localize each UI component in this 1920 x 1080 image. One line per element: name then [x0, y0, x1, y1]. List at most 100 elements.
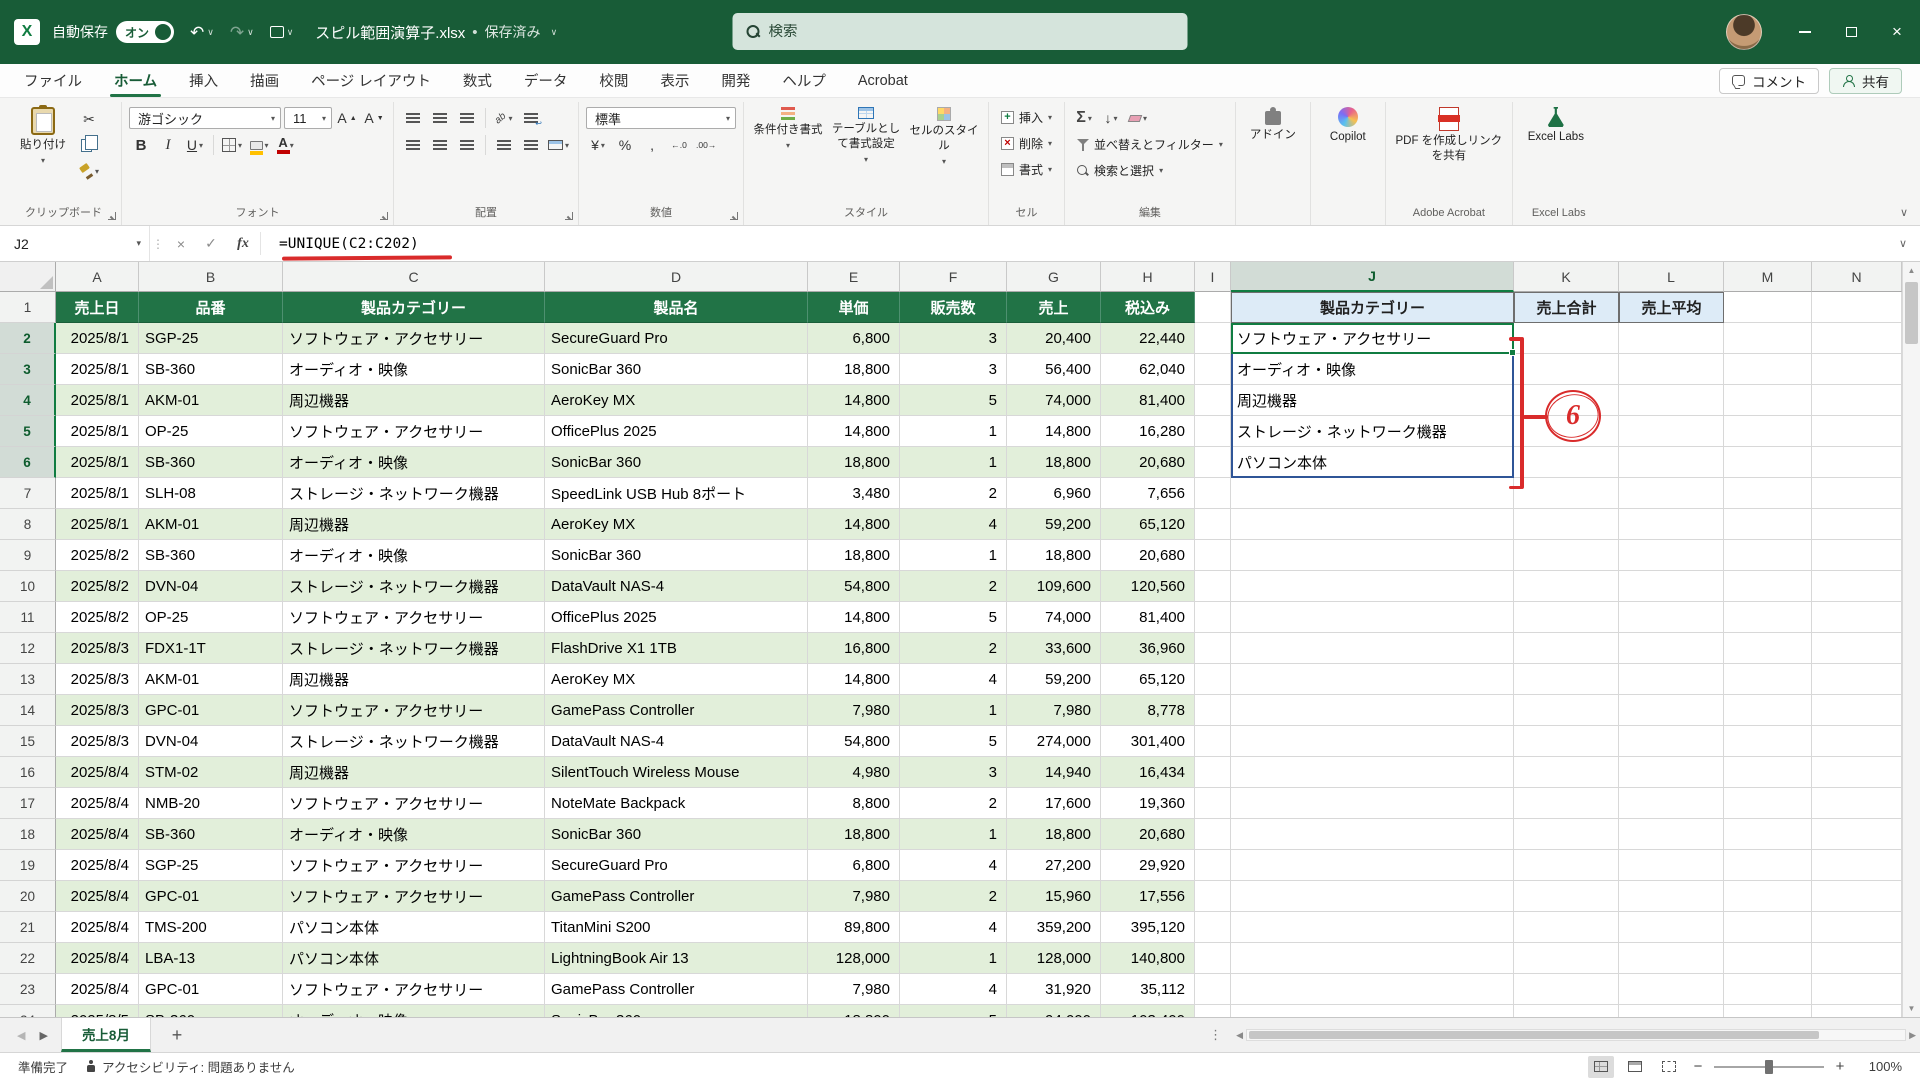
cell-M6[interactable] [1724, 447, 1812, 478]
cell-C17[interactable]: ソフトウェア・アクセサリー [283, 788, 545, 819]
column-header-C[interactable]: C [283, 262, 545, 292]
sheet-tab-active[interactable]: 売上8月 [60, 1018, 151, 1052]
cell-E5[interactable]: 14,800 [808, 416, 900, 447]
cell-H3[interactable]: 62,040 [1101, 354, 1195, 385]
cell-B23[interactable]: GPC-01 [139, 974, 283, 1005]
cell-H18[interactable]: 20,680 [1101, 819, 1195, 850]
cell-J14[interactable] [1231, 695, 1514, 726]
cell-K7[interactable] [1514, 478, 1619, 509]
cell-F5[interactable]: 1 [900, 416, 1007, 447]
cell-E12[interactable]: 16,800 [808, 633, 900, 664]
row-header-7[interactable]: 7 [0, 478, 56, 509]
cell-H23[interactable]: 35,112 [1101, 974, 1195, 1005]
cell-G13[interactable]: 59,200 [1007, 664, 1101, 695]
cell-C10[interactable]: ストレージ・ネットワーク機器 [283, 571, 545, 602]
cell-A8[interactable]: 2025/8/1 [56, 509, 139, 540]
cell-E23[interactable]: 7,980 [808, 974, 900, 1005]
cell-H14[interactable]: 8,778 [1101, 695, 1195, 726]
cell-L3[interactable] [1619, 354, 1724, 385]
cell-N23[interactable] [1812, 974, 1902, 1005]
cell-C1[interactable]: 製品カテゴリー [283, 292, 545, 323]
cell-G9[interactable]: 18,800 [1007, 540, 1101, 571]
cell-A11[interactable]: 2025/8/2 [56, 602, 139, 633]
quick-access-dropdown-icon[interactable]: ∨ [287, 27, 294, 38]
cell-I6[interactable] [1195, 447, 1231, 478]
cell-K6[interactable] [1514, 447, 1619, 478]
cell-I1[interactable] [1195, 292, 1231, 323]
copy-button[interactable]: ▾ [77, 134, 101, 156]
find-select-button[interactable]: 検索と選択 ▾ [1072, 160, 1168, 181]
cell-F16[interactable]: 3 [900, 757, 1007, 788]
zoom-slider-thumb[interactable] [1765, 1059, 1773, 1074]
cell-I19[interactable] [1195, 850, 1231, 881]
cell-C9[interactable]: オーディオ・映像 [283, 540, 545, 571]
cell-K12[interactable] [1514, 633, 1619, 664]
cell-J15[interactable] [1231, 726, 1514, 757]
paste-button[interactable]: 貼り付け ▾ [13, 104, 73, 169]
cell-C3[interactable]: オーディオ・映像 [283, 354, 545, 385]
cell-B24[interactable]: SB-360 [139, 1005, 283, 1017]
cell-M24[interactable] [1724, 1005, 1812, 1017]
cell-B20[interactable]: GPC-01 [139, 881, 283, 912]
cell-K20[interactable] [1514, 881, 1619, 912]
cell-E9[interactable]: 18,800 [808, 540, 900, 571]
cell-N4[interactable] [1812, 385, 1902, 416]
cell-B12[interactable]: FDX1-1T [139, 633, 283, 664]
cell-J3[interactable]: オーディオ・映像 [1231, 354, 1514, 385]
cell-L14[interactable] [1619, 695, 1724, 726]
cell-A23[interactable]: 2025/8/4 [56, 974, 139, 1005]
cell-D16[interactable]: SilentTouch Wireless Mouse [545, 757, 808, 788]
row-header-17[interactable]: 17 [0, 788, 56, 819]
cell-J24[interactable] [1231, 1005, 1514, 1017]
row-header-6[interactable]: 6 [0, 447, 56, 478]
cell-K23[interactable] [1514, 974, 1619, 1005]
ribbon-tab-ページ レイアウト[interactable]: ページ レイアウト [295, 64, 447, 97]
align-top-button[interactable] [401, 107, 425, 129]
excel-app-icon[interactable]: X [14, 19, 40, 45]
orientation-button[interactable]: ab ▾ [492, 107, 516, 129]
alignment-dialog-launcher-icon[interactable] [565, 212, 574, 220]
cell-B17[interactable]: NMB-20 [139, 788, 283, 819]
cell-D19[interactable]: SecureGuard Pro [545, 850, 808, 881]
zoom-slider[interactable] [1714, 1059, 1824, 1074]
cell-B18[interactable]: SB-360 [139, 819, 283, 850]
cell-M4[interactable] [1724, 385, 1812, 416]
cell-A19[interactable]: 2025/8/4 [56, 850, 139, 881]
cell-H19[interactable]: 29,920 [1101, 850, 1195, 881]
cell-G24[interactable]: 94,000 [1007, 1005, 1101, 1017]
cell-N18[interactable] [1812, 819, 1902, 850]
cell-L11[interactable] [1619, 602, 1724, 633]
row-header-2[interactable]: 2 [0, 323, 56, 354]
sort-filter-button[interactable]: 並べ替えとフィルター ▾ [1072, 134, 1228, 155]
cell-J2[interactable]: ソフトウェア・アクセサリー [1231, 323, 1514, 354]
font-name-select[interactable]: 游ゴシック ▾ [129, 107, 281, 129]
quick-access-icon[interactable] [269, 26, 284, 38]
cell-H6[interactable]: 20,680 [1101, 447, 1195, 478]
formula-bar-handle[interactable]: ⋮ [150, 226, 166, 261]
cell-F24[interactable]: 5 [900, 1005, 1007, 1017]
merge-center-button[interactable]: ▾ [546, 134, 571, 156]
comments-button[interactable]: コメント [1719, 67, 1819, 94]
cell-E14[interactable]: 7,980 [808, 695, 900, 726]
insert-cells-button[interactable]: + 挿入 ▾ [996, 107, 1057, 128]
cell-N16[interactable] [1812, 757, 1902, 788]
cell-B21[interactable]: TMS-200 [139, 912, 283, 943]
cell-A15[interactable]: 2025/8/3 [56, 726, 139, 757]
cell-I16[interactable] [1195, 757, 1231, 788]
row-header-18[interactable]: 18 [0, 819, 56, 850]
cell-I12[interactable] [1195, 633, 1231, 664]
number-dialog-launcher-icon[interactable] [730, 212, 739, 220]
cell-D17[interactable]: NoteMate Backpack [545, 788, 808, 819]
cell-I2[interactable] [1195, 323, 1231, 354]
ribbon-tab-開発[interactable]: 開発 [705, 64, 766, 97]
increase-font-button[interactable]: A ▲ [335, 107, 359, 129]
cell-L21[interactable] [1619, 912, 1724, 943]
ribbon-tab-データ[interactable]: データ [508, 64, 584, 97]
redo-dropdown-icon[interactable]: ∨ [247, 27, 254, 38]
cell-I5[interactable] [1195, 416, 1231, 447]
column-header-F[interactable]: F [900, 262, 1007, 292]
cell-A9[interactable]: 2025/8/2 [56, 540, 139, 571]
cell-D7[interactable]: SpeedLink USB Hub 8ポート [545, 478, 808, 509]
cell-D22[interactable]: LightningBook Air 13 [545, 943, 808, 974]
search-input[interactable] [768, 23, 1149, 40]
